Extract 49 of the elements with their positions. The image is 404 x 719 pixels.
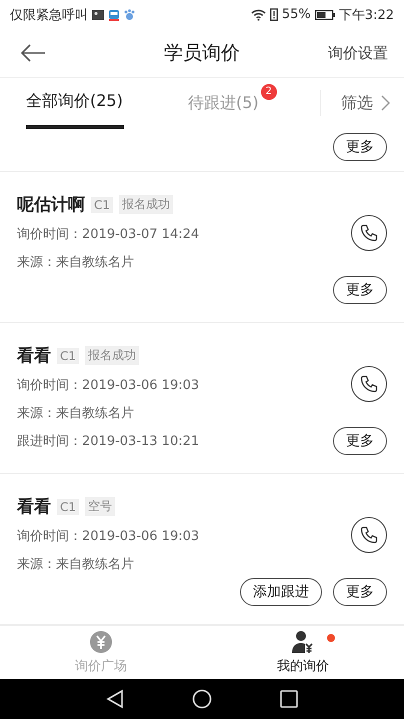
phone-icon [359, 222, 379, 243]
follow-up-text: 跟进时间：2019-03-13 10:21 [17, 432, 200, 451]
chevron-right-icon [381, 95, 390, 112]
student-name: 看看 [17, 345, 51, 368]
yen-coin-icon [89, 630, 113, 654]
student-name: 看看 [17, 496, 51, 518]
tab[interactable]: 全部询价(25) [26, 78, 124, 129]
info-text: 询价时间：2019-03-06 19:03 [17, 528, 200, 546]
battery-icon [314, 10, 335, 20]
info-text: 来源：来自教练名片 [17, 556, 135, 574]
wifi-icon [250, 8, 266, 21]
image-icon [92, 8, 104, 21]
info-text: 询价时间：2019-03-07 14:24 [17, 226, 200, 244]
license-tag: C1 [57, 498, 80, 515]
train-icon [108, 8, 120, 21]
action-button[interactable]: 添加跟进 [240, 578, 322, 606]
filter-button[interactable]: 筛选 [320, 90, 404, 116]
student-name: 呢估计啊 [17, 194, 85, 216]
battery-percent: 55% [282, 7, 311, 22]
info-text: 来源：来自教练名片 [17, 404, 135, 423]
phone-icon [359, 374, 379, 394]
tab[interactable]: 待跟进(5) 2 [188, 78, 277, 129]
back-button[interactable] [20, 44, 46, 62]
info-text: 询价时间：2019-03-06 19:03 [17, 376, 200, 395]
call-button[interactable] [351, 214, 387, 251]
page-title: 学员询价 [164, 41, 240, 66]
phone-icon [359, 524, 379, 545]
clock-time: 下午3:22 [338, 6, 394, 24]
action-button[interactable]: 更多 [333, 426, 387, 455]
call-button[interactable] [351, 366, 387, 402]
settings-link[interactable]: 询价设置 [328, 44, 388, 63]
status-tag: 空号 [85, 497, 116, 516]
recents-nav-button[interactable] [280, 690, 298, 708]
call-button[interactable] [351, 516, 387, 553]
battery-alert-icon [270, 8, 278, 22]
license-tag: C1 [57, 348, 80, 364]
back-nav-button[interactable] [106, 689, 124, 710]
status-tag: 报名成功 [119, 195, 174, 214]
action-button[interactable]: 更多 [333, 276, 387, 304]
action-button[interactable]: 更多 [333, 578, 387, 606]
status-tag: 报名成功 [85, 346, 140, 366]
user-yen-icon [291, 630, 315, 654]
license-tag: C1 [91, 196, 114, 213]
paw-icon [124, 8, 135, 21]
info-text: 来源：来自教练名片 [17, 254, 135, 272]
carrier-text: 仅限紧急呼叫 [10, 6, 88, 24]
more-button[interactable]: 更多 [333, 132, 387, 161]
count-badge: 2 [260, 84, 277, 100]
home-nav-button[interactable] [192, 689, 212, 710]
